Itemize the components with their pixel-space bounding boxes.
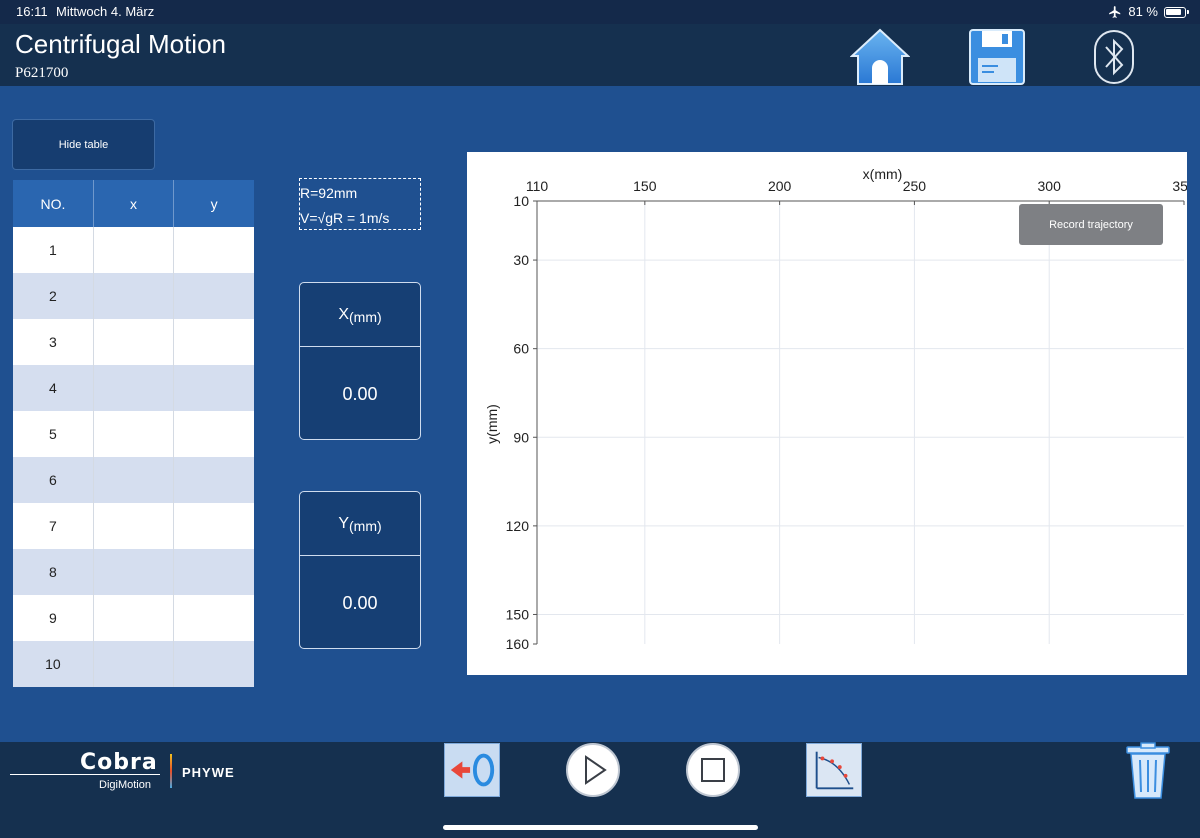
column-header-y: y xyxy=(173,180,254,227)
cell-no: 7 xyxy=(13,503,94,549)
table-row[interactable]: 2 xyxy=(13,273,254,319)
cell-no: 8 xyxy=(13,549,94,595)
y-axis-title: y(mm) xyxy=(484,404,500,444)
cell-x xyxy=(93,411,175,457)
y-unit: (mm) xyxy=(349,517,382,534)
formula-radius: R=92mm xyxy=(300,185,358,201)
cell-no: 5 xyxy=(13,411,94,457)
x-tick-label: 150 xyxy=(633,178,657,194)
record-trajectory-button[interactable]: Record trajectory xyxy=(1019,204,1163,245)
table-row[interactable]: 1 xyxy=(13,227,254,273)
cell-x xyxy=(93,457,175,503)
app-header: Centrifugal Motion P621700 xyxy=(0,24,1200,86)
y-tick-label: 60 xyxy=(513,341,529,357)
x-readout-value: 0.00 xyxy=(342,383,378,404)
x-readout-label: X (mm) xyxy=(300,283,420,347)
y-tick-label: 10 xyxy=(513,193,529,209)
cell-x xyxy=(93,365,175,411)
phywe-logo-text: PHYWE xyxy=(182,765,235,780)
battery-icon xyxy=(1164,6,1189,18)
hide-table-button[interactable]: Hide table xyxy=(12,119,155,170)
x-tick-label: 350 xyxy=(1172,178,1187,194)
x-unit: (mm) xyxy=(349,308,382,325)
cell-y xyxy=(173,457,254,503)
y-readout: Y (mm) 0.00 xyxy=(299,491,421,649)
cell-x xyxy=(93,549,175,595)
x-tick-label: 200 xyxy=(768,178,792,194)
cell-x xyxy=(93,227,175,273)
formula-box: R=92mm V=√gR = 1m/s xyxy=(299,178,421,230)
formula-velocity: V=√gR = 1m/s xyxy=(300,210,390,226)
home-indicator[interactable] xyxy=(443,825,758,830)
trash-icon[interactable] xyxy=(1125,742,1171,800)
x-tick-label: 110 xyxy=(526,178,549,194)
table-row[interactable]: 4 xyxy=(13,365,254,411)
cell-no: 1 xyxy=(13,227,94,273)
airplane-icon xyxy=(1109,6,1121,18)
column-header-x: x xyxy=(93,180,175,227)
app-subtitle: P621700 xyxy=(15,65,69,81)
cell-no: 3 xyxy=(13,319,94,365)
cell-y xyxy=(173,227,254,273)
cell-x xyxy=(93,273,175,319)
y-tick-label: 90 xyxy=(513,429,529,445)
table-header-row: NO. x y xyxy=(13,180,254,227)
cell-x xyxy=(93,641,175,687)
cell-y xyxy=(173,273,254,319)
battery-percent: 81 % xyxy=(1128,4,1158,19)
cell-y xyxy=(173,365,254,411)
status-bar: 16:11 Mittwoch 4. März 81 % xyxy=(0,0,1200,24)
cell-y xyxy=(173,641,254,687)
stop-icon[interactable] xyxy=(685,742,741,798)
cobra-logo-text: Cobra xyxy=(80,750,158,775)
y-tick-label: 120 xyxy=(506,518,530,534)
y-tick-label: 30 xyxy=(513,252,529,268)
y-readout-value: 0.00 xyxy=(342,592,378,613)
y-symbol: Y xyxy=(338,514,349,532)
home-icon[interactable] xyxy=(850,28,910,86)
y-readout-label: Y (mm) xyxy=(300,492,420,556)
status-date: Mittwoch 4. März xyxy=(56,4,155,19)
column-header-no: NO. xyxy=(13,180,94,227)
reset-zero-icon[interactable] xyxy=(444,743,500,797)
floppy-disk-icon[interactable] xyxy=(968,28,1026,86)
y-tick-label: 150 xyxy=(506,606,530,622)
cell-y xyxy=(173,549,254,595)
table-row[interactable]: 6 xyxy=(13,457,254,503)
table-row[interactable]: 3 xyxy=(13,319,254,365)
x-tick-label: 300 xyxy=(1038,178,1062,194)
cell-x xyxy=(93,503,175,549)
cell-x xyxy=(93,319,175,365)
table-row[interactable]: 5 xyxy=(13,411,254,457)
cell-no: 6 xyxy=(13,457,94,503)
x-tick-label: 250 xyxy=(903,178,927,194)
bluetooth-icon[interactable] xyxy=(1092,28,1136,86)
graph-curve-icon[interactable] xyxy=(806,743,862,797)
y-tick-label: 160 xyxy=(506,636,530,652)
table-row[interactable]: 8 xyxy=(13,549,254,595)
x-axis-title: x(mm) xyxy=(863,166,903,182)
cell-y xyxy=(173,319,254,365)
cell-no: 9 xyxy=(13,595,94,641)
cell-y xyxy=(173,411,254,457)
cell-no: 2 xyxy=(13,273,94,319)
cell-y xyxy=(173,503,254,549)
app-title: Centrifugal Motion xyxy=(15,29,226,59)
data-table: NO. x y 1 2 3 4 5 6 7 8 9 10 xyxy=(13,180,254,687)
logo-color-bar xyxy=(170,754,172,788)
table-row[interactable]: 10 xyxy=(13,641,254,687)
play-icon[interactable] xyxy=(565,742,621,798)
digimotion-logo-text: DigiMotion xyxy=(99,779,151,791)
cell-x xyxy=(93,595,175,641)
table-row[interactable]: 7 xyxy=(13,503,254,549)
cell-no: 10 xyxy=(13,641,94,687)
x-symbol: X xyxy=(338,305,349,323)
status-right: 81 % xyxy=(1108,0,1189,24)
table-row[interactable]: 9 xyxy=(13,595,254,641)
status-time: 16:11 xyxy=(16,4,48,19)
cell-y xyxy=(173,595,254,641)
x-readout: X (mm) 0.00 xyxy=(299,282,421,440)
cell-no: 4 xyxy=(13,365,94,411)
